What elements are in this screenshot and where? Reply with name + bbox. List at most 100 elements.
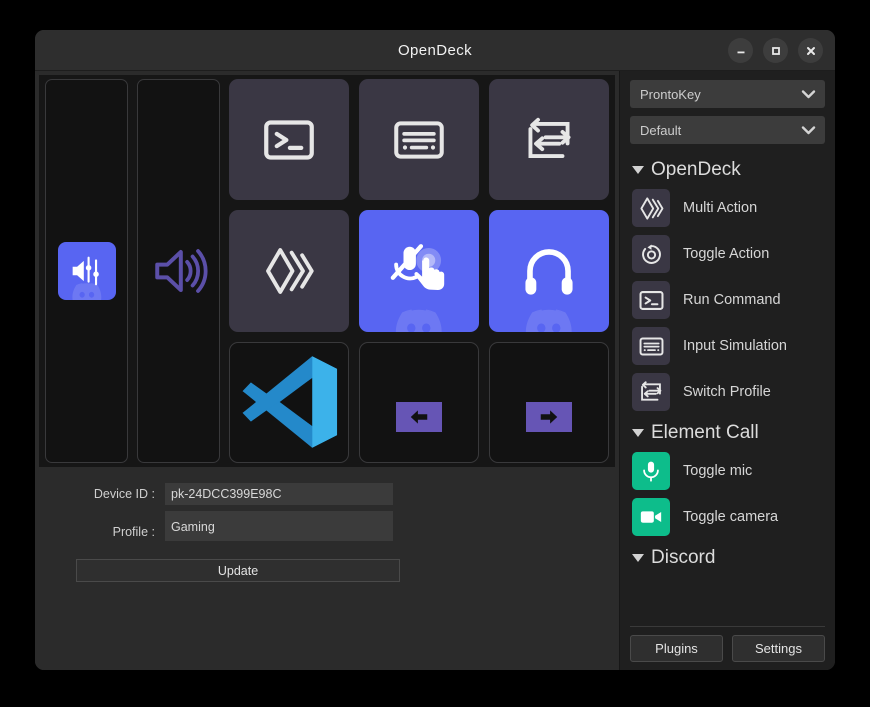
collapse-triangle-icon (632, 429, 644, 437)
key-input-simulation[interactable] (359, 79, 479, 201)
action-sections: OpenDeck Multi Action Toggle Action Run … (630, 152, 825, 617)
footer-divider (630, 626, 825, 627)
device-id-field[interactable] (165, 483, 393, 505)
app-window: OpenDeck Device ID: pk-24DCC399E98C Pro… (35, 30, 835, 670)
camera-icon-box (632, 498, 670, 536)
footer-buttons: Plugins Settings (630, 635, 825, 662)
section-header-opendeck[interactable]: OpenDeck (632, 159, 825, 181)
key-deafen[interactable] (489, 210, 609, 332)
action-label: Toggle camera (683, 509, 779, 525)
slider-volume[interactable] (137, 79, 220, 463)
keyboard-icon-box (632, 327, 670, 365)
terminal-icon-box (632, 281, 670, 319)
action-multi-action[interactable]: Multi Action (630, 185, 825, 231)
maximize-icon (771, 46, 780, 55)
volume-speaker-icon (154, 249, 208, 293)
collapse-triangle-icon (632, 166, 644, 174)
sidebar-footer: Plugins Settings (630, 617, 825, 662)
action-label: Input Simulation (683, 338, 787, 354)
key-previous-page[interactable] (359, 341, 479, 463)
toggle-action-icon-box (632, 235, 670, 273)
multi-action-icon-box (632, 189, 670, 227)
slider-discord-volume-mixer[interactable] (45, 79, 128, 463)
discord-logo-icon (395, 309, 442, 332)
sidebar: ProntoKey Default OpenDeck Multi Action … (619, 71, 835, 670)
minimize-button[interactable] (728, 38, 753, 63)
action-list-element-call: Toggle mic Toggle camera (630, 448, 825, 540)
action-list-opendeck: Multi Action Toggle Action Run Command I… (630, 185, 825, 415)
device-form: Device ID : Profile : Update (35, 467, 619, 670)
mic-muted-hand-icon (388, 240, 450, 302)
action-input-simulation[interactable]: Input Simulation (630, 323, 825, 369)
switch-profile-icon (528, 117, 571, 163)
key-run-command[interactable] (229, 79, 349, 201)
discord-logo-icon (525, 309, 572, 332)
action-run-command[interactable]: Run Command (630, 277, 825, 323)
camera-icon (640, 511, 662, 523)
keyboard-icon (391, 112, 447, 168)
toggle-action-icon (641, 243, 661, 264)
chevron-down-icon (801, 90, 816, 99)
microphone-icon (643, 460, 659, 482)
window-controls (728, 38, 823, 63)
microphone-icon-box (632, 452, 670, 490)
section-header-element-call[interactable]: Element Call (632, 422, 825, 444)
vscode-icon (242, 356, 338, 449)
close-button[interactable] (798, 38, 823, 63)
profile-select-value: Default (640, 122, 682, 138)
minimize-icon (737, 51, 744, 53)
action-toggle-action[interactable]: Toggle Action (630, 231, 825, 277)
terminal-icon (639, 290, 663, 310)
discord-volume-mixer-icon (71, 256, 100, 286)
headphones-icon (520, 242, 578, 300)
key-grid (39, 75, 615, 467)
profile-row: Profile : (65, 511, 589, 541)
arrow-left-icon (410, 410, 428, 424)
action-toggle-camera[interactable]: Toggle camera (630, 494, 825, 540)
keyboard-icon (639, 337, 663, 355)
settings-button[interactable]: Settings (732, 635, 825, 662)
switch-profile-icon-box (632, 373, 670, 411)
slider-discord-volume-mixer-image (57, 242, 116, 300)
window-body: Device ID : Profile : Update ProntoKey D… (35, 71, 835, 670)
action-label: Run Command (683, 292, 781, 308)
key-push-to-talk[interactable] (359, 210, 479, 332)
key-switch-profile[interactable] (489, 79, 609, 201)
title-bar: OpenDeck (35, 30, 835, 71)
key-next-page[interactable] (489, 341, 609, 463)
device-select-value: ProntoKey (640, 86, 701, 102)
section-title: OpenDeck (651, 159, 741, 180)
action-label: Switch Profile (683, 384, 771, 400)
device-id-label: Device ID : (93, 487, 155, 501)
update-button[interactable]: Update (76, 559, 400, 582)
close-icon (806, 46, 815, 55)
action-switch-profile[interactable]: Switch Profile (630, 369, 825, 415)
profile-select[interactable]: Default (630, 116, 825, 144)
profile-label: Profile : (112, 525, 155, 539)
arrow-left-image (396, 402, 442, 432)
terminal-icon (261, 112, 317, 168)
window-title: OpenDeck (397, 41, 473, 59)
plugins-button[interactable]: Plugins (630, 635, 723, 662)
chevron-down-icon (801, 126, 816, 135)
key-vscode[interactable] (229, 341, 349, 463)
action-toggle-mic[interactable]: Toggle mic (630, 448, 825, 494)
maximize-button[interactable] (763, 38, 788, 63)
profile-field[interactable] (165, 511, 393, 541)
action-label: Toggle mic (683, 463, 753, 479)
action-label: Toggle Action (683, 246, 770, 262)
device-id-row: Device ID : (65, 483, 589, 505)
section-header-discord[interactable]: Discord (632, 547, 825, 569)
slider-volume-image (150, 242, 208, 300)
section-title: Element Call (651, 422, 759, 443)
multi-action-icon (266, 248, 314, 294)
switch-profile-icon (641, 381, 662, 404)
key-multi-action[interactable] (229, 210, 349, 332)
device-select[interactable]: ProntoKey (630, 80, 825, 108)
key-matrix (229, 79, 609, 463)
arrow-right-image (526, 402, 572, 432)
arrow-right-icon (540, 410, 558, 424)
multi-action-icon (639, 196, 663, 220)
collapse-triangle-icon (632, 554, 644, 562)
action-label: Multi Action (683, 200, 758, 216)
